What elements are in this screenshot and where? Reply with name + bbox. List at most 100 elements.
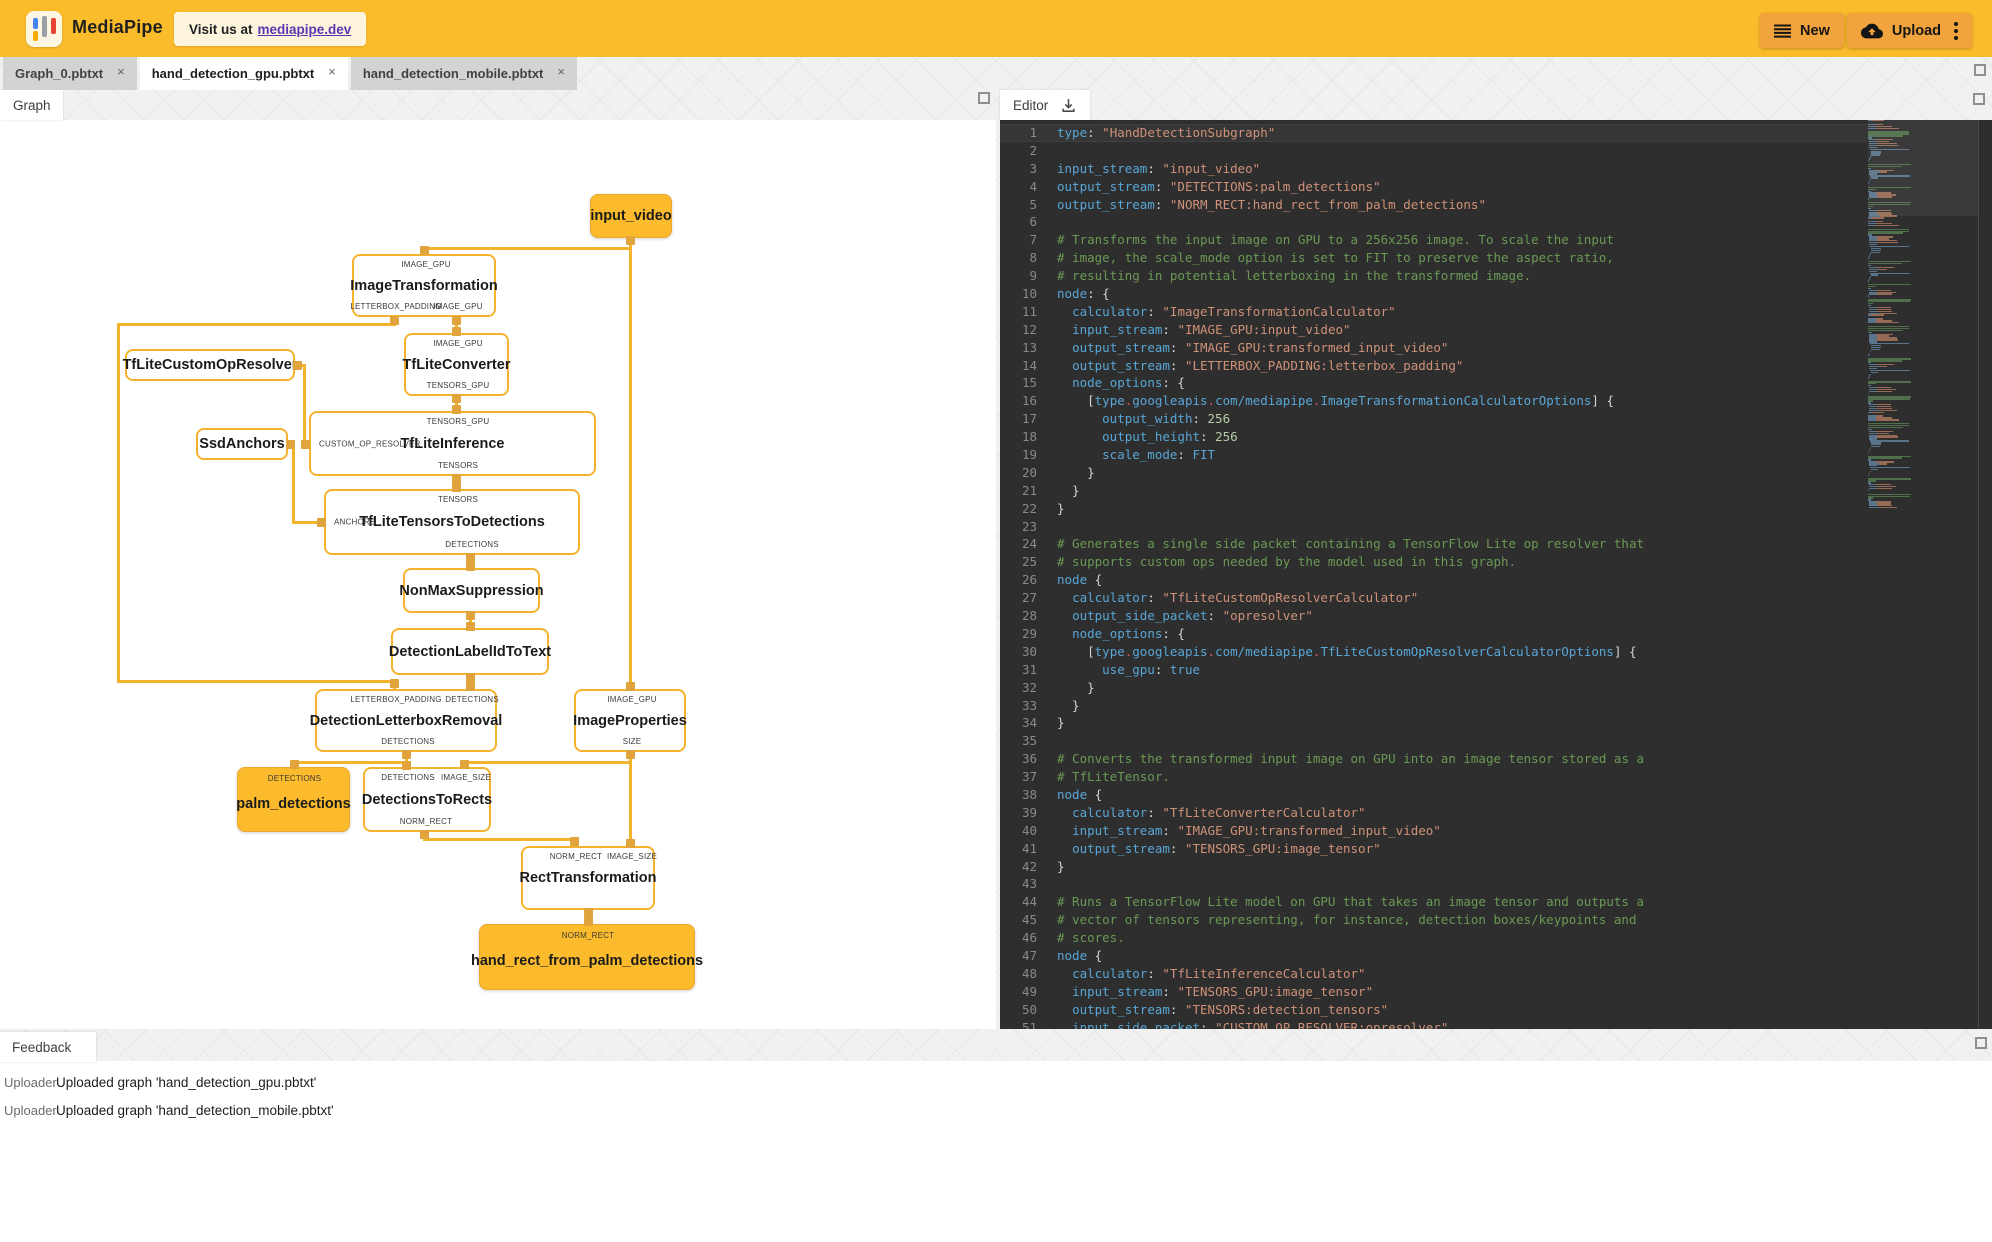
close-tab-icon[interactable]: ×: [328, 65, 336, 78]
code-line: 3 input_stream: "input_video": [1029, 160, 1261, 176]
file-tab-bar: Graph_0.pbtxt × hand_detection_gpu.pbtxt × h…: [0, 57, 580, 90]
port-label: DETECTIONS: [445, 695, 499, 704]
graph-node-rect_transformation[interactable]: RectTransformation NORM_RECT IMAGE_SIZE: [519, 846, 657, 910]
graph-node-image_transformation[interactable]: ImageTransformation IMAGE_GPU LETTERBOX_PA…: [350, 254, 498, 317]
file-tab-label: Graph_0.pbtxt: [15, 66, 104, 81]
port-label: NORM_RECT: [399, 817, 453, 826]
code-line: 28 output_side_packet: "opresolver": [1021, 608, 1313, 624]
mediapipe-dev-link[interactable]: mediapipe.dev: [258, 22, 352, 37]
more-options-icon[interactable]: [1954, 21, 1958, 40]
graph-panel[interactable]: input_video ImageTransformation IMAGE_GPU L…: [0, 120, 996, 1029]
node-title: DetectionLabelIdToText: [388, 643, 552, 660]
edge-joint-dot: [401, 749, 411, 759]
code-line: 39 calculator: "TfLiteConverterCalculato…: [1021, 804, 1366, 820]
code-line: 26 node {: [1021, 572, 1103, 588]
edge-joint-dot: [465, 672, 475, 682]
edge-joint-dot: [465, 552, 475, 562]
download-icon[interactable]: [1060, 97, 1077, 114]
code-line: 41 output_stream: "TENSORS_GPU:image_ten…: [1021, 840, 1381, 856]
file-tab-Graph_0-pbtxt[interactable]: Graph_0.pbtxt ×: [3, 57, 137, 90]
code-line: 51 input_side_packet: "CUSTOM_OP_RESOLVE…: [1021, 1019, 1449, 1029]
code-line: 43: [1021, 876, 1037, 892]
feedback-message: Uploaded graph 'hand_detection_gpu.pbtxt…: [56, 1074, 317, 1090]
graph-node-hand_rect_from_palm_detections[interactable]: NORM_RECT hand_rect_from_palm_detections: [471, 924, 703, 990]
code-line: 13 output_stream: "IMAGE_GPU:transformed…: [1021, 339, 1449, 355]
code-line: 27 calculator: "TfLiteCustomOpResolverCa…: [1021, 590, 1419, 606]
edge-joint-dot: [401, 760, 411, 770]
port-label: NORM_RECT: [561, 931, 615, 940]
port-label: DETECTIONS: [381, 737, 435, 746]
graph-canvas[interactable]: input_video ImageTransformation IMAGE_GPU L…: [0, 120, 996, 1029]
edge-joint-dot: [459, 759, 469, 769]
expand-layout-icon[interactable]: [1974, 64, 1986, 76]
code-line: 47 node {: [1021, 947, 1103, 963]
graph-node-tflite_custom_op_resolver[interactable]: TfLiteCustomOpResolver: [123, 349, 297, 381]
file-tab-label: hand_detection_mobile.pbtxt: [362, 66, 544, 81]
code-line: 9 # resulting in potential letterboxing i…: [1029, 268, 1532, 284]
graph-edge: [422, 837, 576, 841]
minimap-viewport[interactable]: [1868, 120, 1978, 216]
edge-joint-dot: [451, 315, 461, 325]
expand-graph-panel-icon[interactable]: [978, 92, 990, 104]
node-title: TfLiteTensorsToDetections: [359, 514, 545, 530]
graph-node-ssd_anchors[interactable]: SsdAnchors: [196, 428, 288, 460]
expand-feedback-panel-icon[interactable]: [1975, 1037, 1987, 1049]
mediapipe-logo-icon: [26, 11, 62, 47]
editor-scrollbar[interactable]: [1978, 120, 1979, 1029]
tab-graph[interactable]: Graph: [0, 90, 63, 120]
graph-edge: [422, 246, 632, 250]
edge-joint-dot: [285, 439, 295, 449]
graph-node-palm_detections[interactable]: DETECTIONS palm_detections: [236, 767, 351, 832]
graph-edge: [116, 322, 396, 326]
upload-button[interactable]: Upload: [1846, 13, 1972, 48]
edge-joint-dot: [625, 749, 635, 759]
file-tab-hand_detection_mobile-pbtxt[interactable]: hand_detection_mobile.pbtxt ×: [350, 57, 577, 90]
graph-node-detection_letterbox_removal[interactable]: DetectionLetterboxRemoval LETTERBOX_PADDI…: [310, 689, 502, 752]
edge-joint-dot: [465, 621, 475, 631]
graph-node-non_max_suppression[interactable]: NonMaxSuppression: [399, 568, 544, 613]
close-tab-icon[interactable]: ×: [117, 65, 125, 78]
code-area[interactable]: 1 type: "HandDetectionSubgraph" 2 3 input_st…: [1000, 124, 1868, 1029]
edge-joint-dot: [292, 360, 302, 370]
feedback-row: Uploader Uploaded graph 'hand_detection_m…: [0, 1096, 1992, 1124]
code-line: 48 calculator: "TfLiteInferenceCalculato…: [1021, 965, 1366, 981]
port-label: CUSTOM_OP_RESOLVER: [319, 439, 421, 448]
code-line: 38 node {: [1021, 786, 1103, 802]
upload-button-label: Upload: [1891, 22, 1941, 39]
code-line: 25 # supports custom ops needed by the mo…: [1021, 554, 1517, 570]
graph-node-detections_to_rects[interactable]: DetectionsToRects DETECTIONS IMAGE_SIZE NOR…: [361, 767, 493, 832]
graph-edge: [116, 322, 120, 683]
node-title: RectTransformation: [519, 870, 657, 886]
port-label: IMAGE_GPU: [433, 339, 483, 348]
code-line: 24 # Generates a single side packet conta…: [1021, 536, 1644, 552]
graph-node-input_video[interactable]: input_video: [590, 194, 672, 238]
expand-editor-panel-icon[interactable]: [1973, 93, 1985, 105]
port-label: DETECTIONS: [267, 774, 322, 783]
code-line: 1 type: "HandDetectionSubgraph": [1029, 125, 1276, 140]
file-tab-hand_detection_gpu-pbtxt[interactable]: hand_detection_gpu.pbtxt ×: [139, 57, 348, 90]
code-line: 17 output_width: 256: [1021, 411, 1231, 427]
graph-node-tflite_converter[interactable]: TfLiteConverter IMAGE_GPU TENSORS_GPU: [403, 333, 510, 396]
tab-feedback[interactable]: Feedback: [0, 1032, 96, 1062]
tab-editor[interactable]: Editor: [1000, 90, 1091, 120]
code-line: 8 # image, the scale_mode option is set t…: [1029, 250, 1614, 266]
code-line: 45 # vector of tensors representing, for …: [1021, 912, 1637, 928]
new-button[interactable]: New: [1760, 13, 1844, 48]
graph-node-tflite_inference[interactable]: TfLiteInference TENSORS_GPU TENSORS CUSTOM_…: [309, 411, 596, 476]
graph-tab-label: Graph: [13, 97, 51, 113]
graph-node-tflite_tensors_to_detections[interactable]: TfLiteTensorsToDetections TENSORS DETECTIO…: [324, 489, 580, 555]
edge-joint-dot: [465, 610, 475, 620]
graph-node-detection_label_id_to_text[interactable]: DetectionLabelIdToText: [388, 628, 552, 675]
feedback-source: Uploader: [4, 1074, 57, 1090]
edge-joint-dot: [289, 759, 299, 769]
graph-edge: [628, 236, 632, 691]
editor-panel[interactable]: 1 type: "HandDetectionSubgraph" 2 3 input_st…: [1000, 120, 1992, 1029]
close-tab-icon[interactable]: ×: [557, 65, 565, 78]
cloud-upload-icon: [1860, 23, 1883, 38]
port-label: TENSORS: [437, 461, 479, 470]
graph-node-image_properties[interactable]: ImageProperties IMAGE_GPU SIZE: [573, 689, 687, 752]
node-title: DetectionsToRects: [361, 791, 493, 808]
code-line: 29 node_options: {: [1021, 625, 1185, 641]
editor-tab-label: Editor: [1013, 97, 1049, 113]
feedback-rows: Uploader Uploaded graph 'hand_detection_g…: [0, 1068, 1992, 1124]
